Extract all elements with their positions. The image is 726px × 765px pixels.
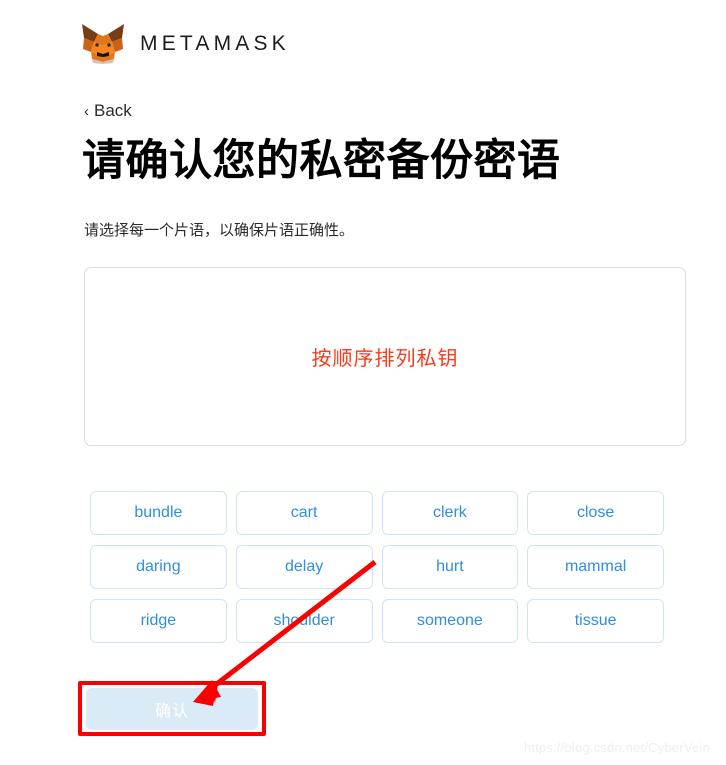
- word-chip-ridge[interactable]: ridge: [90, 599, 227, 643]
- word-chip-tissue[interactable]: tissue: [527, 599, 664, 643]
- word-chip-mammal[interactable]: mammal: [527, 545, 664, 589]
- word-chip-clerk[interactable]: clerk: [381, 491, 519, 535]
- back-label: Back: [94, 101, 132, 120]
- word-chip-hurt[interactable]: hurt: [381, 545, 519, 589]
- word-chip-shoulder[interactable]: shoulder: [235, 599, 373, 643]
- back-link[interactable]: ‹ Back: [84, 101, 132, 121]
- word-chip-close[interactable]: close: [527, 491, 664, 535]
- confirm-button[interactable]: 确认: [86, 688, 258, 730]
- page-title: 请确认您的私密备份密语: [82, 137, 561, 185]
- word-chip-daring[interactable]: daring: [90, 545, 227, 589]
- metamask-fox-icon: [82, 24, 124, 64]
- word-chip-cart[interactable]: cart: [235, 491, 373, 535]
- word-chip-someone[interactable]: someone: [381, 599, 519, 643]
- word-chip-bundle[interactable]: bundle: [90, 491, 227, 535]
- chevron-left-icon: ‹: [84, 102, 89, 120]
- brand-name: METAMASK: [140, 31, 290, 55]
- watermark: https://blog.csdn.net/CyberVein: [523, 740, 710, 755]
- brand-header: METAMASK: [80, 22, 290, 65]
- page-subtitle: 请选择每一个片语，以确保片语正确性。: [84, 222, 355, 239]
- word-bank-grid: bundle cart clerk close daring delay hur…: [90, 491, 664, 643]
- annotation-note-text: 按顺序排列私钥: [311, 348, 459, 370]
- word-chip-delay[interactable]: delay: [235, 545, 373, 589]
- seed-phrase-drop-zone[interactable]: 按顺序排列私钥: [84, 267, 686, 446]
